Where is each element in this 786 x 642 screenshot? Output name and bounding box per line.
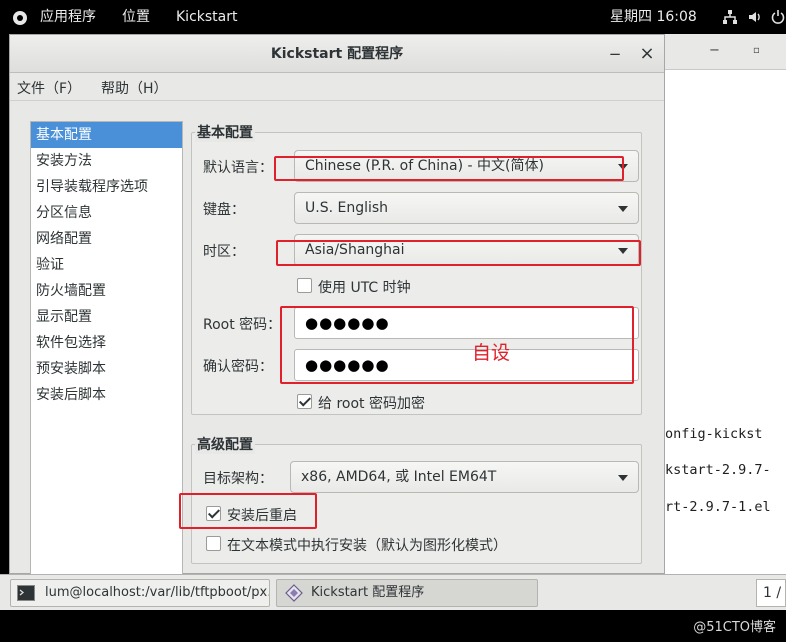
sidebar-item-post-script[interactable]: 安装后脚本 [31,382,182,408]
task-terminal[interactable]: lum@localhost:/var/lib/tftpboot/px… [10,579,270,607]
help-menu[interactable]: 帮助（H） [101,78,168,98]
maximize-icon[interactable]: ▫ [753,45,760,56]
top-panel: 应用程序 位置 Kickstart 星期四 16:08 [0,0,786,34]
sidebar-item-install-method[interactable]: 安装方法 [31,148,182,174]
annotation-self-set: 自设 [472,342,511,364]
terminal-icon [17,585,35,606]
watermark: @51CTO博客 [693,620,776,635]
close-button[interactable]: × [639,45,655,63]
arch-value: x86, AMD64, 或 Intel EM64T [301,469,497,485]
sidebar-item-basic-config[interactable]: 基本配置 [31,122,182,148]
sidebar-item-packages[interactable]: 软件包选择 [31,330,182,356]
highlight-passwords [280,306,634,384]
background-terminal-titlebar[interactable]: − ▫ [665,34,786,70]
terminal-line: rt-2.9.7-1.el [665,499,771,515]
task-terminal-label: lum@localhost:/var/lib/tftpboot/px… [45,585,270,600]
textmode-label[interactable]: 在文本模式中执行安装（默认为图形化模式） [227,535,507,555]
minimize-button[interactable]: − [607,46,623,62]
timezone-label: 时区： [203,244,245,260]
window-titlebar[interactable]: Kickstart 配置程序 − × [10,35,664,73]
sidebar-item-display[interactable]: 显示配置 [31,304,182,330]
confirm-password-label: 确认密码： [203,359,273,375]
sidebar-item-firewall[interactable]: 防火墙配置 [31,278,182,304]
highlight-language [274,156,624,181]
arch-select[interactable]: x86, AMD64, 或 Intel EM64T [290,461,639,493]
network-icon[interactable] [722,9,738,29]
keyboard-value: U.S. English [305,200,389,216]
file-menu[interactable]: 文件（F） [17,78,81,98]
workspace-pager[interactable]: 1 / [756,579,786,607]
chevron-down-icon [618,475,628,481]
window-list-taskbar: lum@localhost:/var/lib/tftpboot/px… Kick… [0,574,786,610]
encrypt-root-checkbox[interactable] [297,394,312,409]
active-app-menu[interactable]: Kickstart [176,0,237,34]
kickstart-icon [285,584,303,606]
chevron-down-icon [618,206,628,212]
sidebar-item-bootloader[interactable]: 引导装载程序选项 [31,174,182,200]
sidebar-item-auth[interactable]: 验证 [31,252,182,278]
background-terminal-window[interactable]: − ▫ onfig-kickst kstart-2.9.7- rt-2.9.7-… [664,34,786,574]
language-label: 默认语言： [203,160,273,176]
root-password-label: Root 密码： [203,317,282,333]
fedora-apps-icon[interactable] [12,10,28,30]
places-menu[interactable]: 位置 [122,0,150,34]
sidebar-item-pre-script[interactable]: 预安装脚本 [31,356,182,382]
terminal-line: kstart-2.9.7- [665,462,771,478]
arch-label: 目标架构： [203,471,273,487]
category-list: 基本配置 安装方法 引导装载程序选项 分区信息 网络配置 验证 防火墙配置 显示… [30,121,183,575]
terminal-line: onfig-kickst [665,426,763,442]
utc-label[interactable]: 使用 UTC 时钟 [318,277,411,297]
highlight-timezone [276,240,641,266]
power-icon[interactable] [770,9,786,29]
window-title: Kickstart 配置程序 [270,46,404,62]
volume-icon[interactable] [747,9,763,29]
keyboard-select[interactable]: U.S. English [294,192,639,224]
utc-checkbox[interactable] [297,278,312,293]
textmode-checkbox[interactable] [206,536,221,551]
advanced-config-heading: 高级配置 [195,434,255,454]
minimize-icon[interactable]: − [709,43,720,58]
task-kickstart-label: Kickstart 配置程序 [311,585,425,600]
kickstart-window: Kickstart 配置程序 − × 文件（F） 帮助（H） 基本配置 安装方法… [9,34,665,575]
keyboard-label: 键盘： [203,202,245,218]
task-kickstart[interactable]: Kickstart 配置程序 [276,579,538,607]
sidebar-item-network[interactable]: 网络配置 [31,226,182,252]
menubar: 文件（F） 帮助（H） [10,73,664,101]
encrypt-root-label[interactable]: 给 root 密码加密 [318,393,425,413]
clock[interactable]: 星期四 16:08 [610,0,697,34]
basic-config-heading: 基本配置 [195,122,255,142]
highlight-reboot [179,493,317,529]
applications-menu[interactable]: 应用程序 [40,0,96,34]
sidebar-item-partition[interactable]: 分区信息 [31,200,182,226]
